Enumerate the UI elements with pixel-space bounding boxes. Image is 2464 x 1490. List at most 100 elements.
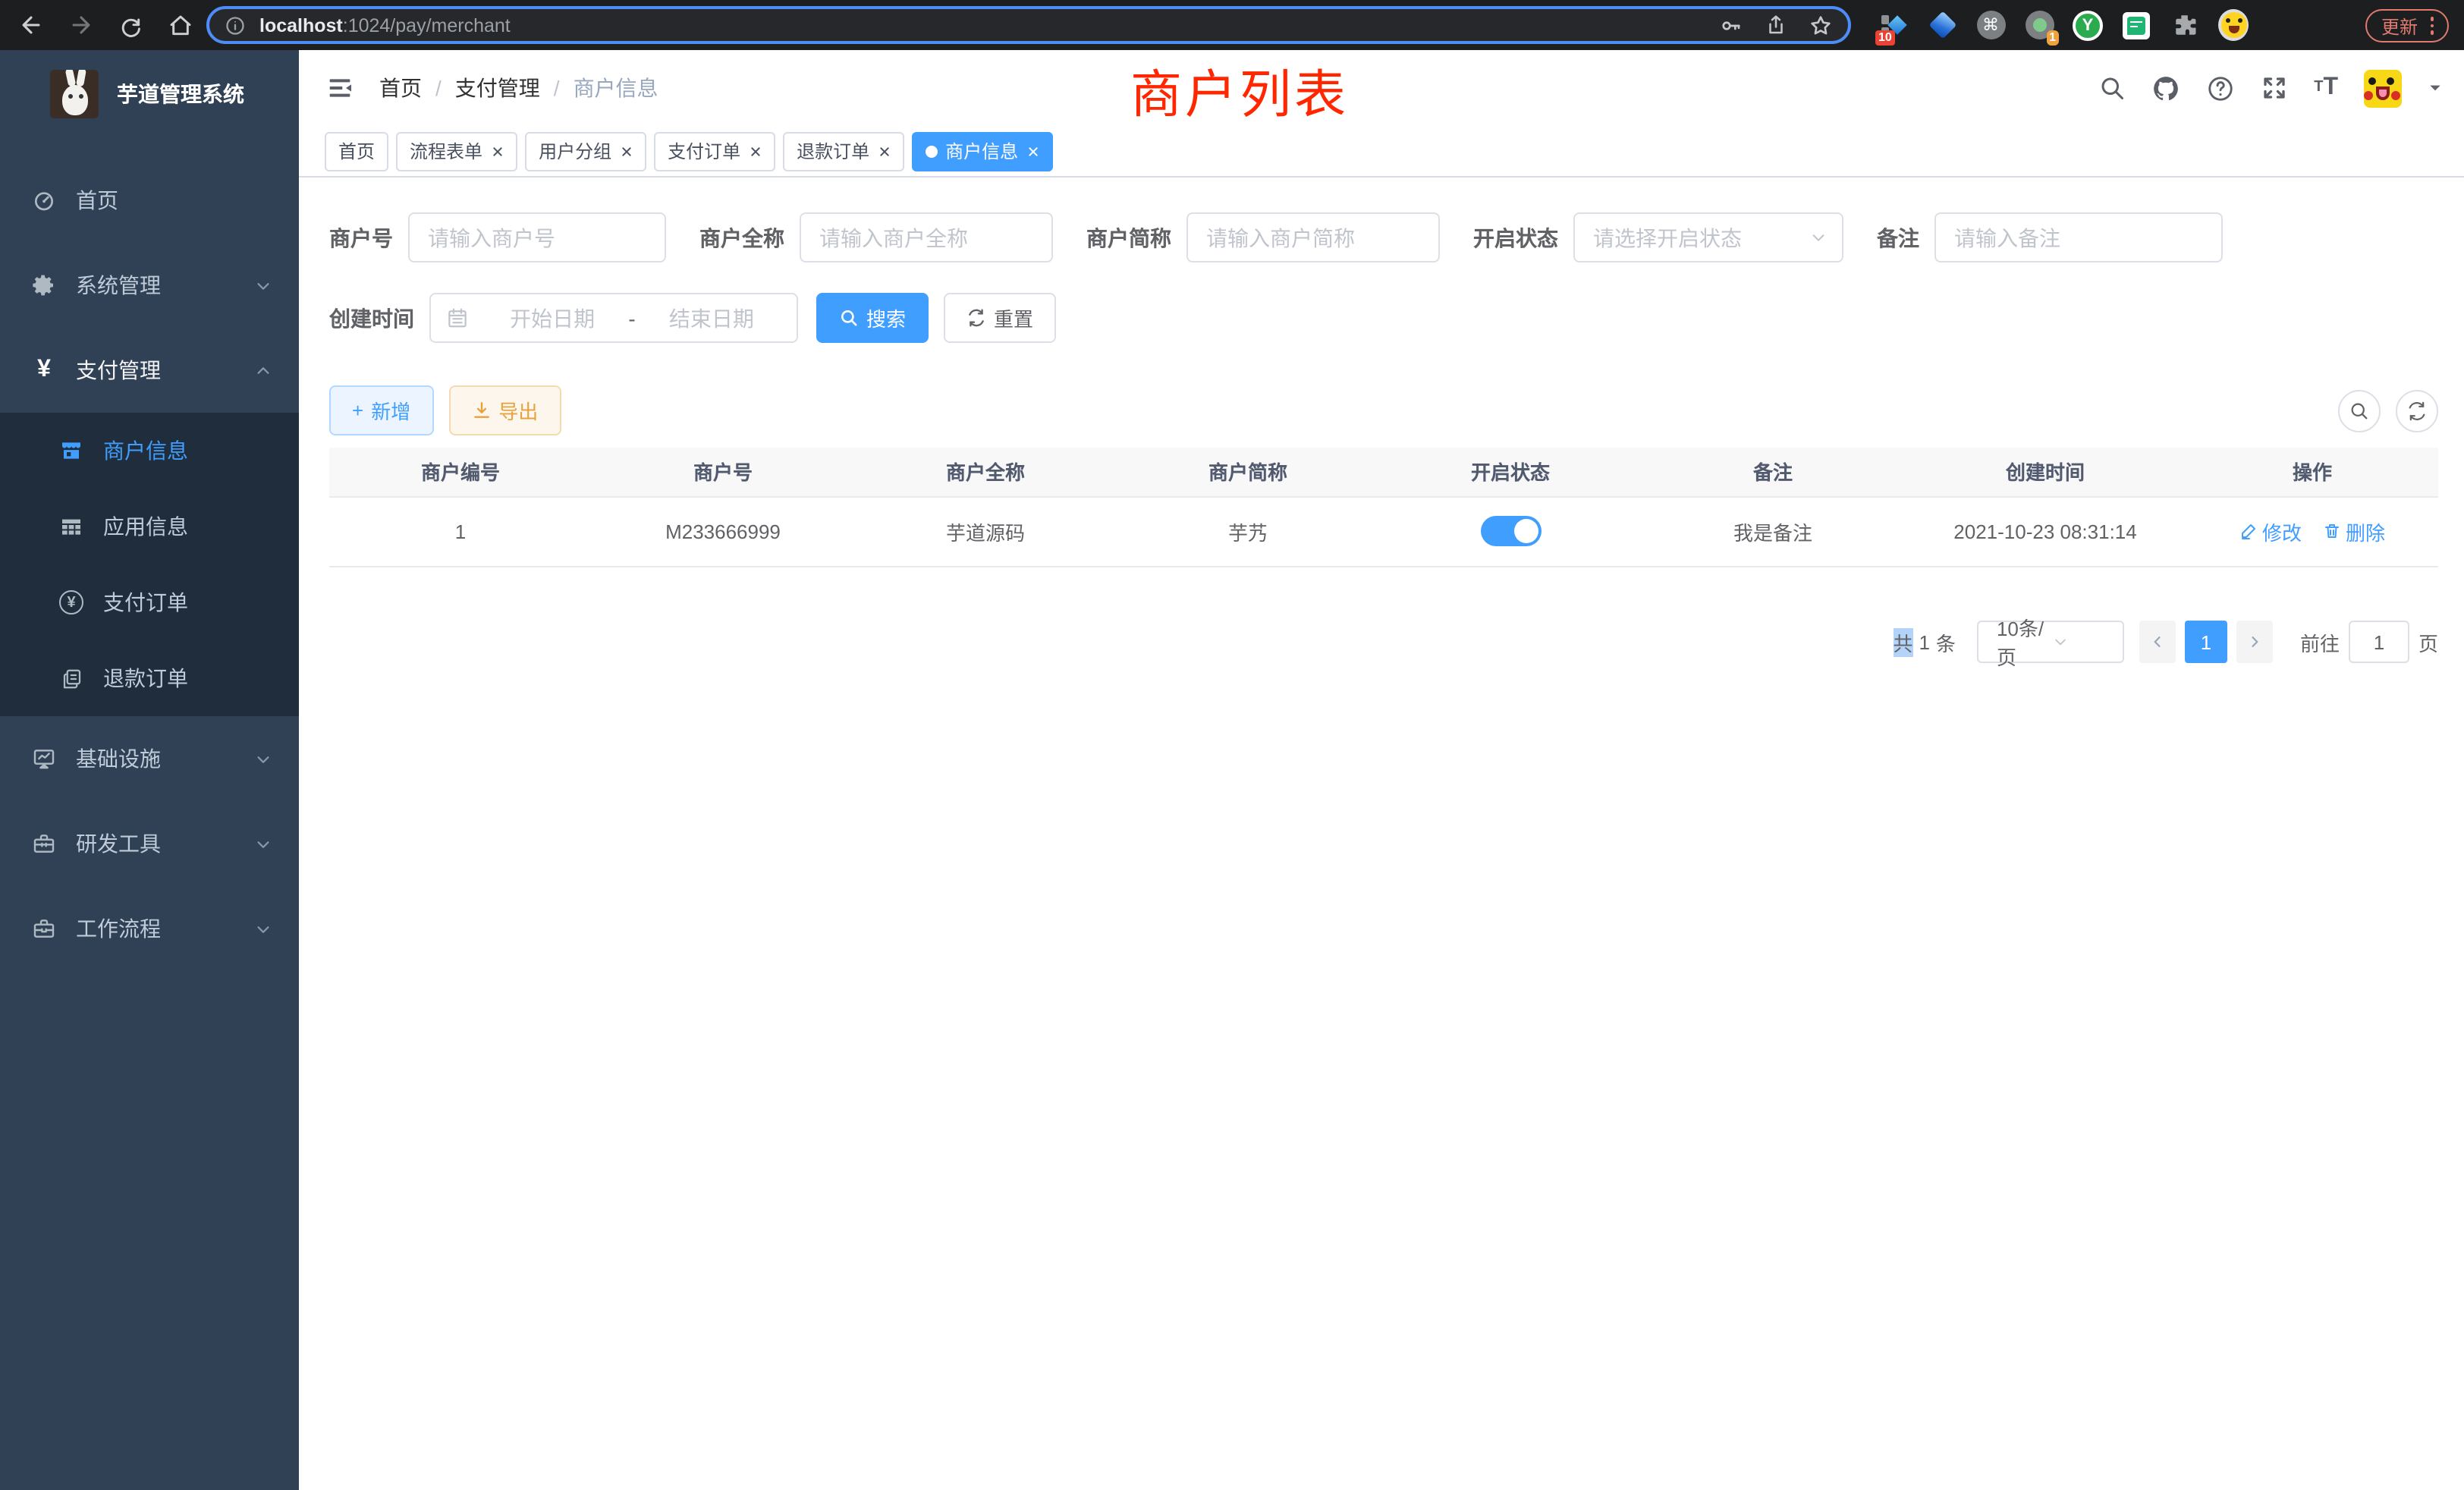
export-button-label: 导出: [498, 396, 538, 425]
col-remark: 备注: [1642, 448, 1904, 496]
search-icon[interactable]: [2098, 74, 2126, 102]
merchant-no-input[interactable]: [408, 212, 666, 262]
edit-link[interactable]: 修改: [2239, 517, 2302, 545]
breadcrumb-pay[interactable]: 支付管理: [455, 73, 540, 103]
status-placeholder: 请选择开启状态: [1593, 222, 1810, 253]
sidebar-item-workflow[interactable]: 工作流程: [0, 886, 299, 971]
delete-link[interactable]: 删除: [2323, 517, 2385, 545]
page-number-1[interactable]: 1: [2185, 621, 2227, 663]
pagination-total: 共1条: [1893, 627, 1956, 656]
site-info-icon[interactable]: [225, 14, 246, 36]
chrome-update-button[interactable]: 更新: [2366, 9, 2449, 42]
extension-blocks-icon[interactable]: 10: [1878, 10, 1909, 40]
browser-menu-icon[interactable]: [2430, 17, 2434, 35]
profile-avatar-icon[interactable]: [2218, 10, 2249, 40]
reload-button[interactable]: [112, 7, 149, 43]
extension-recorder-icon[interactable]: 1: [2024, 10, 2054, 40]
grid-icon: [58, 514, 85, 539]
cell-full-name: 芋道源码: [854, 496, 1117, 566]
app-root: localhost:1024/pay/merchant 10 ⌘ 1 Y: [0, 0, 2464, 1490]
url-text: localhost:1024/pay/merchant: [259, 14, 1719, 36]
sidebar-item-label: 支付订单: [103, 587, 188, 618]
home-button[interactable]: [162, 7, 199, 43]
user-menu-caret-icon[interactable]: [2428, 80, 2443, 96]
extension-kite-icon[interactable]: [1927, 10, 1957, 40]
sidebar-item-pay-order[interactable]: ¥ 支付订单: [0, 564, 299, 640]
prev-page-button[interactable]: [2139, 621, 2176, 663]
chevron-down-icon: [1810, 229, 1827, 246]
tab-pay-order[interactable]: 支付订单: [654, 131, 775, 171]
tab-home[interactable]: 首页: [325, 131, 388, 171]
password-key-icon[interactable]: [1719, 13, 1743, 37]
next-page-button[interactable]: [2236, 621, 2273, 663]
extensions-puzzle-icon[interactable]: [2170, 10, 2200, 40]
add-button[interactable]: + 新增: [329, 385, 433, 435]
tab-label: 退款订单: [797, 138, 869, 164]
tab-label: 商户信息: [945, 138, 1018, 164]
sidebar-fold-icon[interactable]: [325, 73, 355, 103]
cell-merchant-id: 1: [329, 496, 592, 566]
col-full-name: 商户全称: [854, 448, 1117, 496]
tab-refund-order[interactable]: 退款订单: [783, 131, 904, 171]
short-name-input[interactable]: [1186, 212, 1440, 262]
help-icon[interactable]: [2206, 74, 2235, 102]
export-button[interactable]: 导出: [448, 385, 561, 435]
cell-remark: 我是备注: [1642, 496, 1904, 566]
full-name-input[interactable]: [800, 212, 1053, 262]
user-avatar[interactable]: [2364, 69, 2402, 107]
tab-user-group[interactable]: 用户分组: [525, 131, 646, 171]
forward-button[interactable]: [62, 7, 99, 43]
breadcrumb-home[interactable]: 首页: [379, 73, 422, 103]
bookmark-star-icon[interactable]: [1809, 13, 1833, 37]
pagination: 共1条 10条/页 1 前往 页: [1893, 621, 2438, 663]
close-icon[interactable]: [1027, 145, 1039, 157]
sidebar-item-refund-order[interactable]: 退款订单: [0, 640, 299, 716]
search-button[interactable]: 搜索: [816, 293, 929, 343]
extension-command-icon[interactable]: ⌘: [1975, 10, 2006, 40]
tab-merchant-info[interactable]: 商户信息: [912, 131, 1053, 171]
goto-page-input[interactable]: [2349, 621, 2409, 663]
page-size-select[interactable]: 10条/页: [1977, 621, 2124, 663]
status-select[interactable]: 请选择开启状态: [1573, 212, 1843, 262]
extension-chat-icon[interactable]: [2121, 10, 2151, 40]
total-suffix: 条: [1936, 627, 1956, 656]
navbar: 首页 / 支付管理 / 商户信息 TT: [299, 50, 2464, 126]
yen-circle-icon: ¥: [58, 590, 85, 615]
remark-input[interactable]: [1934, 212, 2223, 262]
col-short-name: 商户简称: [1117, 448, 1379, 496]
cell-actions: 修改删除: [2186, 496, 2438, 566]
remark-label: 备注: [1877, 222, 1919, 253]
tab-process-form[interactable]: 流程表单: [396, 131, 517, 171]
chevron-down-icon: [255, 277, 272, 294]
create-time-range-picker[interactable]: 开始日期 - 结束日期: [429, 293, 798, 343]
address-bar[interactable]: localhost:1024/pay/merchant: [206, 6, 1851, 44]
font-size-icon[interactable]: TT: [2314, 77, 2338, 99]
sidebar-item-app-info[interactable]: 应用信息: [0, 489, 299, 564]
sidebar-item-system[interactable]: 系统管理: [0, 243, 299, 328]
sidebar-item-merchant-info[interactable]: 商户信息: [0, 413, 299, 489]
close-icon[interactable]: [492, 145, 504, 157]
refresh-icon[interactable]: [2396, 389, 2438, 432]
sidebar-item-label: 应用信息: [103, 511, 188, 542]
sidebar-item-home[interactable]: 首页: [0, 158, 299, 243]
sidebar-menu: 首页 系统管理 ¥ 支付管理 商户信息 应用信息: [0, 158, 299, 971]
fullscreen-icon[interactable]: [2261, 74, 2288, 102]
share-icon[interactable]: [1765, 14, 1787, 36]
cell-short-name: 芋艿: [1117, 496, 1379, 566]
back-button[interactable]: [12, 7, 49, 43]
status-toggle[interactable]: [1480, 516, 1541, 546]
sidebar: 芋道管理系统 首页 系统管理 ¥ 支付管理 商户信息: [0, 50, 299, 1490]
close-icon[interactable]: [750, 145, 762, 157]
extension-y-icon[interactable]: Y: [2073, 10, 2103, 40]
close-icon[interactable]: [878, 145, 891, 157]
reset-button[interactable]: 重置: [944, 293, 1056, 343]
sidebar-item-infra[interactable]: 基础设施: [0, 716, 299, 801]
col-merchant-id: 商户编号: [329, 448, 592, 496]
github-icon[interactable]: [2151, 74, 2180, 102]
sidebar-item-dev-tools[interactable]: 研发工具: [0, 801, 299, 886]
toggle-search-icon[interactable]: [2338, 389, 2381, 432]
close-icon[interactable]: [621, 145, 633, 157]
sidebar-item-pay[interactable]: ¥ 支付管理: [0, 328, 299, 413]
sidebar-item-label: 基础设施: [76, 743, 161, 774]
page-content: 商户号 商户全称 商户简称 开启状态 请选择开启状态: [299, 178, 2464, 1490]
